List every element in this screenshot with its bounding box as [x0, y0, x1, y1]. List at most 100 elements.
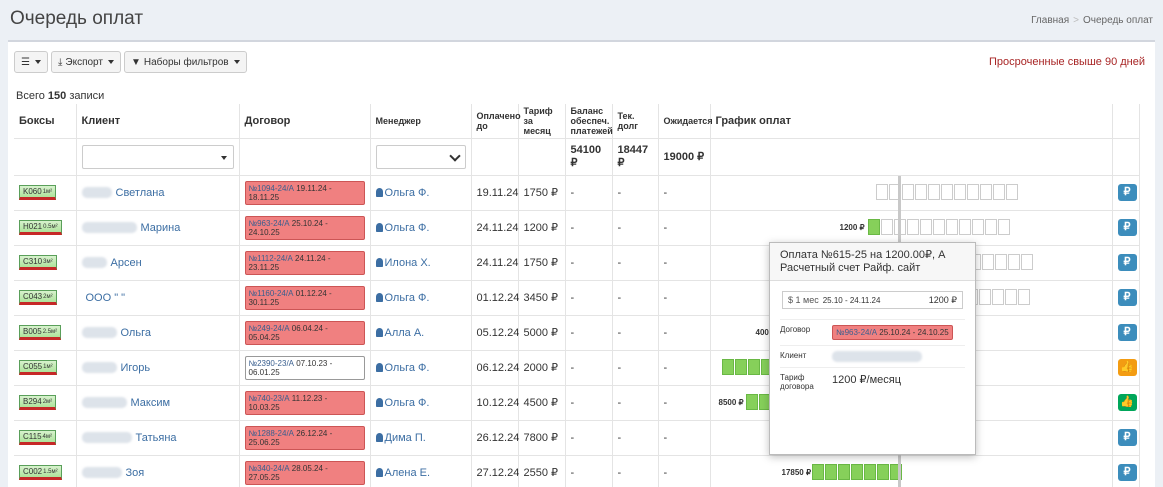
- manager-name[interactable]: Алла А.: [385, 327, 425, 339]
- box-badge[interactable]: K060 1м²: [19, 185, 57, 200]
- schedule-cell[interactable]: [875, 183, 888, 200]
- col-client[interactable]: Клиент: [76, 104, 240, 139]
- ruble-icon[interactable]: ₽: [1117, 184, 1137, 201]
- breadcrumb-home[interactable]: Главная: [1031, 15, 1069, 26]
- table-row[interactable]: K060 1м² Светлана №1094-24/А 19.11.24 - 1…: [14, 175, 1140, 211]
- box-badge[interactable]: C115 4м²: [19, 430, 56, 445]
- schedule-cell[interactable]: [979, 183, 992, 200]
- schedule-cell[interactable]: [721, 358, 734, 375]
- contract-badge[interactable]: №1160-24/А 01.12.24 - 30.11.25: [244, 285, 365, 310]
- overdue-link[interactable]: Просроченные свыше 90 дней: [989, 56, 1145, 68]
- schedule-cell[interactable]: [734, 358, 747, 375]
- schedule-cell[interactable]: [978, 288, 991, 305]
- schedule-cell[interactable]: [994, 253, 1007, 270]
- box-badge[interactable]: C310 3м²: [19, 255, 57, 270]
- schedule-cell[interactable]: [966, 183, 979, 200]
- schedule-cell[interactable]: [919, 218, 932, 235]
- client-name[interactable]: Игорь: [121, 362, 151, 374]
- manager-name[interactable]: Ольга Ф.: [385, 187, 430, 199]
- manager-name[interactable]: Ольга Ф.: [385, 292, 430, 304]
- ruble-icon[interactable]: ₽: [1117, 324, 1137, 341]
- manager-name[interactable]: Дима П.: [385, 432, 426, 444]
- schedule-cell[interactable]: [958, 218, 971, 235]
- ruble-icon[interactable]: ₽: [1117, 464, 1137, 481]
- box-badge[interactable]: H021 0.5м²: [19, 220, 62, 235]
- schedule-cell[interactable]: [914, 183, 927, 200]
- ruble-icon[interactable]: ₽: [1117, 289, 1137, 306]
- popover-contract-badge[interactable]: №963-24/А 25.10.24 - 24.10.25: [832, 325, 953, 340]
- filter-sets-button[interactable]: ▼ Наборы фильтров: [123, 51, 247, 73]
- box-badge[interactable]: B005 2.5м²: [19, 325, 62, 340]
- schedule-cell[interactable]: [747, 358, 760, 375]
- col-tariff[interactable]: Тариф за месяц: [518, 104, 566, 139]
- manager-name[interactable]: Алена Е.: [385, 467, 431, 479]
- schedule-cell[interactable]: [945, 218, 958, 235]
- contract-badge[interactable]: №2390-23/А 07.10.23 - 06.01.25: [244, 355, 365, 380]
- manager-name[interactable]: Ольга Ф.: [385, 222, 430, 234]
- col-expected[interactable]: Ожидается: [658, 104, 713, 139]
- manager-name[interactable]: Ольга Ф.: [385, 397, 430, 409]
- schedule-cell[interactable]: [1020, 253, 1033, 270]
- schedule-cell[interactable]: [981, 253, 994, 270]
- col-boxes[interactable]: Боксы: [14, 104, 77, 139]
- manager-filter-select[interactable]: [375, 144, 466, 169]
- client-name[interactable]: ООО " ": [86, 292, 126, 304]
- schedule-cell[interactable]: [971, 218, 984, 235]
- box-badge[interactable]: C043 2м²: [19, 290, 57, 305]
- box-badge[interactable]: C002 1.5м²: [19, 465, 62, 480]
- ruble-icon[interactable]: ₽: [1117, 219, 1137, 236]
- schedule-cell[interactable]: [953, 183, 966, 200]
- schedule-cell[interactable]: [940, 183, 953, 200]
- export-button[interactable]: ⤓ Экспорт: [50, 51, 121, 73]
- schedule-cell[interactable]: [984, 218, 997, 235]
- contract-badge[interactable]: №963-24/А 25.10.24 - 24.10.25: [244, 215, 365, 240]
- box-badge[interactable]: B294 2м²: [19, 395, 57, 410]
- client-filter-select[interactable]: [81, 144, 234, 169]
- client-name[interactable]: Светлана: [116, 187, 165, 199]
- schedule-cell[interactable]: [997, 218, 1010, 235]
- client-name[interactable]: Зоя: [126, 467, 145, 479]
- columns-button[interactable]: ☰: [14, 51, 48, 73]
- schedule-cell[interactable]: [1017, 288, 1030, 305]
- col-contract[interactable]: Договор: [239, 104, 371, 139]
- schedule-cell[interactable]: [992, 183, 1005, 200]
- schedule-cell[interactable]: [837, 463, 850, 480]
- schedule-cell[interactable]: [1005, 183, 1018, 200]
- table-row[interactable]: H021 0.5м² Марина №963-24/А 25.10.24 - 24…: [14, 210, 1140, 246]
- schedule-cell[interactable]: [991, 288, 1004, 305]
- thumbs-up-icon[interactable]: 👍: [1117, 359, 1137, 376]
- payment-period-field[interactable]: $ 1 мес 25.10 - 24.11.24 1200 ₽: [782, 291, 963, 309]
- manager-name[interactable]: Ольга Ф.: [385, 362, 430, 374]
- schedule-cell[interactable]: [1004, 288, 1017, 305]
- col-manager[interactable]: Менеджер: [370, 104, 472, 139]
- ruble-icon[interactable]: ₽: [1117, 429, 1137, 446]
- manager-name[interactable]: Илона Х.: [385, 257, 431, 269]
- table-row[interactable]: C002 1.5м² Зоя №340-24/А 28.05.24 - 27.05…: [14, 455, 1140, 487]
- schedule-cell[interactable]: [867, 218, 880, 235]
- schedule-cell[interactable]: [927, 183, 940, 200]
- schedule-cell[interactable]: [901, 183, 914, 200]
- schedule-cell[interactable]: [876, 463, 889, 480]
- client-name[interactable]: Ольга: [121, 327, 151, 339]
- client-name[interactable]: Максим: [131, 397, 171, 409]
- contract-badge[interactable]: №249-24/А 06.04.24 - 05.04.25: [244, 320, 365, 345]
- schedule-cell[interactable]: [932, 218, 945, 235]
- contract-badge[interactable]: №340-24/А 28.05.24 - 27.05.25: [244, 460, 365, 485]
- box-badge[interactable]: C055 1м²: [19, 360, 57, 375]
- contract-badge[interactable]: №1094-24/А 19.11.24 - 18.11.25: [244, 180, 365, 205]
- client-name[interactable]: Марина: [141, 222, 181, 234]
- schedule-cell[interactable]: [863, 463, 876, 480]
- schedule-cell[interactable]: [906, 218, 919, 235]
- col-paid[interactable]: Оплачено до: [471, 104, 521, 139]
- col-balance[interactable]: Баланс обеспеч. платежей: [565, 104, 613, 139]
- schedule-cell[interactable]: [811, 463, 824, 480]
- col-debt[interactable]: Тек. долг: [612, 104, 659, 139]
- thumbs-up-icon[interactable]: 👍: [1117, 394, 1137, 411]
- contract-badge[interactable]: №740-23/А 11.12.23 - 10.03.25: [244, 390, 365, 415]
- client-name[interactable]: Арсен: [111, 257, 142, 269]
- schedule-cell[interactable]: [1007, 253, 1020, 270]
- col-schedule[interactable]: График оплат: [710, 104, 1113, 139]
- schedule-cell[interactable]: [824, 463, 837, 480]
- schedule-cell[interactable]: [850, 463, 863, 480]
- schedule-cell[interactable]: [745, 393, 758, 410]
